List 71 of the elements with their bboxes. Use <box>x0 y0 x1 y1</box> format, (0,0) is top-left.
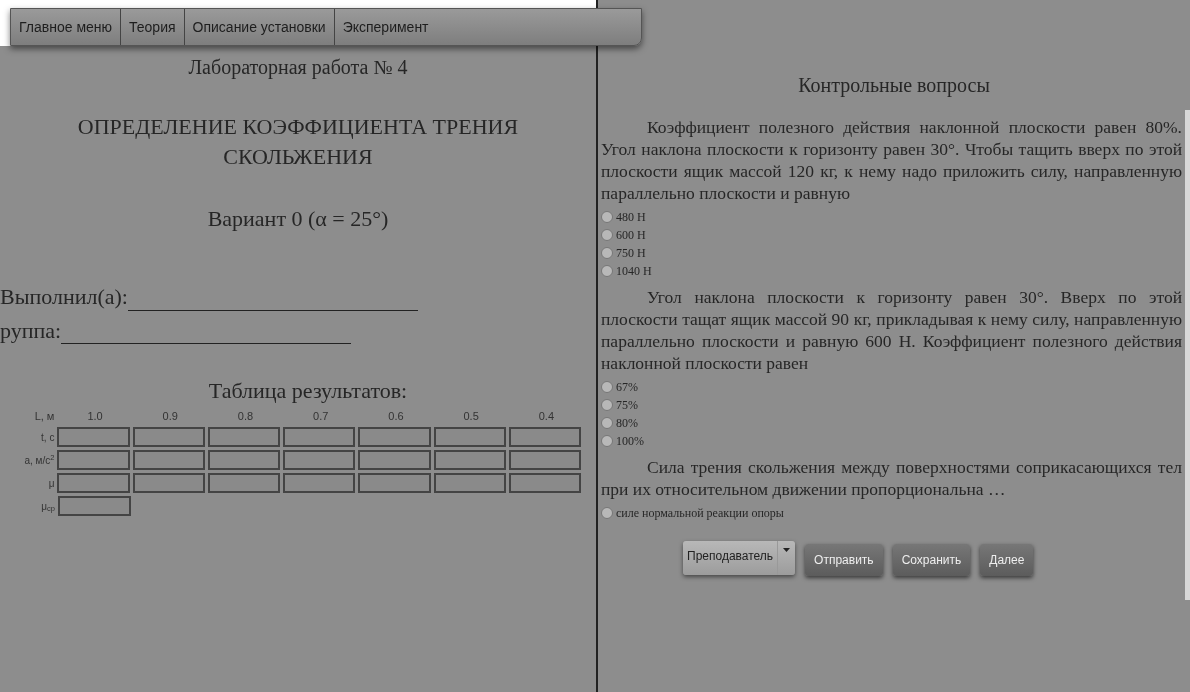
input-field[interactable] <box>57 450 130 470</box>
question-text: Коэффициент полезного действия наклонной плоскости равен 80%. Угол наклона плоскости к горизонту равен 30°. Чтобы тащить вверх по этой плоскости ящик массой 120 кг, к нему надо приложить силу, направленную параллельно плоскости и равную <box>601 116 1182 204</box>
radio-button[interactable] <box>601 211 613 223</box>
nav-tab[interactable]: Теория <box>121 16 184 38</box>
radio-button[interactable] <box>601 399 613 411</box>
column-header: 0.7 <box>312 408 330 424</box>
table-title: Таблица результатов: <box>208 377 408 405</box>
column-header: 1.0 <box>86 408 104 424</box>
column-header: 0.4 <box>537 408 555 424</box>
lab-heading: Лабораторная работа № 4 <box>188 55 408 81</box>
input-field[interactable] <box>508 473 582 493</box>
question-text: Сила трения скольжения между поверхностями соприкасающихся тел при их относительном движении пропорциональна … <box>601 456 1182 500</box>
option-label: 67% <box>616 379 638 396</box>
quiz-heading: Контрольные вопросы <box>797 73 991 99</box>
input-field[interactable] <box>58 496 131 516</box>
action-button[interactable]: Далее <box>980 544 1034 576</box>
radio-button[interactable] <box>601 507 613 519</box>
column-header: 0.5 <box>462 408 480 424</box>
input-field[interactable] <box>57 473 130 493</box>
action-button[interactable]: Сохранить <box>892 544 971 576</box>
option-label: 1040 Н <box>616 263 652 280</box>
input-field[interactable] <box>57 427 130 447</box>
input-field[interactable] <box>358 450 431 470</box>
radio-button[interactable] <box>601 247 613 259</box>
input-field[interactable] <box>132 450 205 470</box>
input-field[interactable] <box>283 450 356 470</box>
input-field[interactable] <box>358 473 431 493</box>
option-label: 100% <box>616 433 644 450</box>
column-header: 0.9 <box>161 408 179 424</box>
row-header: t, с <box>40 430 56 445</box>
caret-icon <box>783 548 791 552</box>
nav-tab[interactable]: Эксперимент <box>334 16 437 38</box>
column-header: 0.6 <box>387 408 405 424</box>
question-text: Угол наклона плоскости к горизонту равен 30°. Вверх по этой плоскости тащат ящик массой 90 кг, прикладывая к нему силу, направленную параллельно плоскости и равную 600 Н. Коэффициент полезного действия наклонной плоскости равен <box>601 286 1182 374</box>
column-header: 0.8 <box>236 408 255 424</box>
input-field[interactable] <box>132 427 205 447</box>
option-label: 75% <box>616 397 638 414</box>
input-field[interactable] <box>283 473 356 493</box>
action-button[interactable]: Отправить <box>805 544 883 576</box>
lab-title: ОПРЕДЕЛЕНИЕ КОЭФФИЦИЕНТА ТРЕНИЯ СКОЛЬЖЕНИЯ <box>76 113 520 171</box>
input-field[interactable] <box>433 450 506 470</box>
input-field[interactable] <box>283 427 356 447</box>
option-label: 480 Н <box>616 209 646 226</box>
radio-button[interactable] <box>601 381 613 393</box>
row-header: μ <box>47 476 56 491</box>
radio-button[interactable] <box>601 229 613 241</box>
variant-label: Вариант 0 (α = 25°) <box>207 205 389 233</box>
radio-button[interactable] <box>601 265 613 277</box>
input-field[interactable] <box>433 473 506 493</box>
row-header: a, м/с$^{2}$ <box>23 452 56 468</box>
nav-tab[interactable]: Главное меню <box>11 16 121 38</box>
field-label: руппа: <box>0 316 62 344</box>
input-field[interactable] <box>358 427 431 447</box>
input-field[interactable] <box>132 473 205 493</box>
input-field[interactable] <box>207 427 281 447</box>
field-label: Выполнил(а): <box>0 283 128 311</box>
option-label: силе нормальной реакции опоры <box>616 505 784 522</box>
row-header: L, м <box>33 408 56 424</box>
input-field[interactable] <box>433 427 506 447</box>
input-field[interactable] <box>508 427 582 447</box>
role-dropdown[interactable]: Преподаватель <box>683 541 796 575</box>
input-field[interactable] <box>508 450 582 470</box>
option-label: 750 Н <box>616 245 646 262</box>
radio-button[interactable] <box>601 417 613 429</box>
row-header: μ$_{ср}$ <box>40 499 56 514</box>
input-field[interactable] <box>207 450 281 470</box>
nav-tab[interactable]: Описание установки <box>184 16 334 38</box>
option-label: 600 Н <box>616 227 646 244</box>
radio-button[interactable] <box>601 435 613 447</box>
option-label: 80% <box>616 415 638 432</box>
input-field[interactable] <box>207 473 281 493</box>
